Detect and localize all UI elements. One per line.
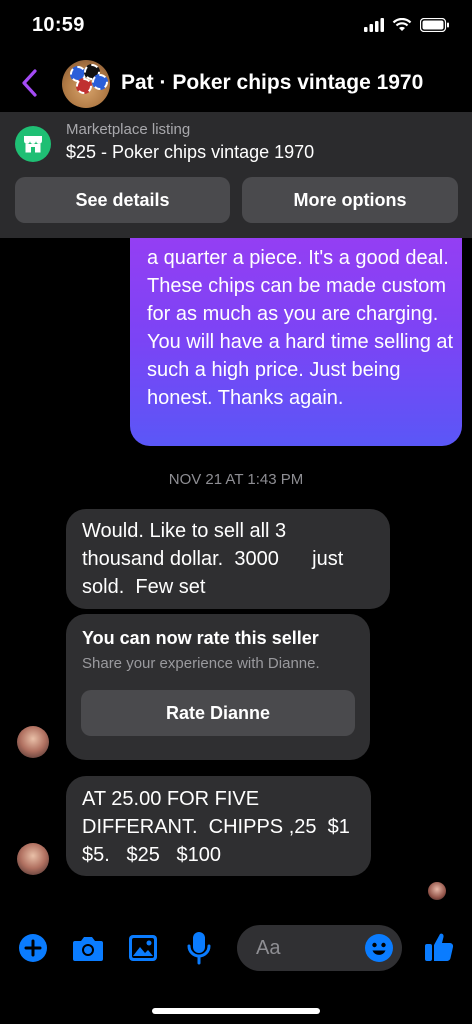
- voice-button[interactable]: [186, 931, 212, 965]
- emoji-icon: [365, 934, 393, 962]
- signal-icon: [364, 18, 384, 32]
- image-icon: [129, 935, 157, 961]
- plus-icon: [19, 934, 47, 962]
- conversation-title[interactable]: Pat · Poker chips vintage 1970: [121, 71, 423, 95]
- gallery-button[interactable]: [128, 933, 158, 963]
- listing-label-overlay: Marketplace listing: [66, 121, 191, 138]
- microphone-icon: [187, 932, 211, 965]
- camera-button[interactable]: [72, 933, 104, 963]
- seller-avatar[interactable]: [62, 60, 110, 108]
- message-timestamp: NOV 21 AT 1:43 PM: [168, 471, 304, 488]
- back-button[interactable]: [18, 68, 42, 98]
- storefront-icon: [15, 126, 51, 162]
- sender-avatar[interactable]: [17, 726, 49, 758]
- rate-seller-button[interactable]: Rate Dianne: [81, 690, 355, 736]
- received-message-text: AT 25.00 FOR FIVE DIFFERANT. CHIPPS ,25 …: [82, 788, 350, 866]
- received-message-text: Would. Like to sell all 3 thousand dolla…: [82, 520, 344, 598]
- camera-icon: [73, 937, 103, 961]
- message-input[interactable]: [256, 935, 356, 961]
- thumbs-up-icon: [425, 933, 454, 961]
- seen-receipt-avatar: [428, 882, 446, 900]
- back-chevron-icon: [22, 69, 37, 97]
- listing-title-overlay[interactable]: $25 - Poker chips vintage 1970: [66, 142, 314, 163]
- emoji-button[interactable]: [364, 933, 394, 963]
- status-time: 10:59: [32, 14, 85, 36]
- rate-seller-subtitle: Share your experience with Dianne.: [82, 655, 320, 672]
- sender-avatar[interactable]: [17, 843, 49, 875]
- plus-button[interactable]: [18, 933, 48, 963]
- more-options-button-overlay[interactable]: More options: [242, 177, 458, 223]
- battery-icon: [420, 18, 449, 32]
- like-button[interactable]: [423, 930, 455, 964]
- sent-message-text: a quarter a piece. It's a good deal. The…: [147, 247, 454, 409]
- see-details-button-overlay[interactable]: See details: [15, 177, 230, 223]
- status-icons: [364, 18, 450, 32]
- rate-seller-title: You can now rate this seller: [82, 628, 319, 648]
- home-indicator[interactable]: [152, 1008, 320, 1014]
- wifi-icon: [392, 18, 412, 31]
